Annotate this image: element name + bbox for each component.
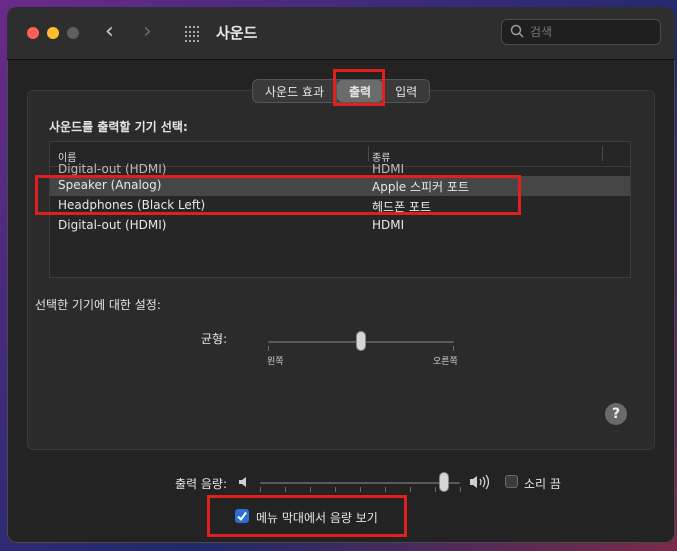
search-field[interactable] — [501, 19, 661, 45]
balance-label: 균형: — [201, 332, 228, 346]
title-bar: ‹ › 사운드 — [7, 7, 675, 60]
device-name: Digital-out (HDMI) — [58, 162, 167, 176]
volume-tick — [360, 487, 361, 492]
highlight-box-output-tab — [333, 69, 385, 106]
volume-knob[interactable] — [440, 473, 448, 491]
device-settings-heading: 선택한 기기에 대한 설정: — [35, 298, 161, 312]
device-type: HDMI — [372, 162, 405, 176]
output-device-heading: 사운드를 출력할 기기 선택: — [49, 120, 188, 134]
device-name: Digital-out (HDMI) — [58, 218, 167, 232]
highlight-box-selected-device — [35, 175, 521, 215]
mute-label: 소리 끔 — [524, 477, 561, 491]
balance-left-label: 왼쪽 — [267, 357, 284, 367]
balance-knob[interactable] — [357, 332, 365, 350]
help-button[interactable]: ? — [605, 403, 627, 425]
volume-tick — [335, 487, 336, 492]
volume-tick — [260, 487, 261, 492]
speaker-low-icon — [239, 477, 246, 487]
volume-tick — [310, 487, 311, 492]
back-chevron-icon[interactable]: ‹ — [105, 21, 114, 43]
mute-checkbox[interactable] — [505, 475, 518, 488]
minimize-button[interactable] — [47, 27, 59, 39]
highlight-box-menu-bar-option — [207, 495, 407, 537]
volume-tick — [385, 487, 386, 492]
volume-tick — [285, 487, 286, 492]
table-row[interactable]: Digital-out (HDMI) HDMI — [50, 216, 630, 236]
window-title: 사운드 — [216, 24, 258, 42]
forward-chevron-icon[interactable]: › — [143, 21, 152, 43]
volume-tick — [460, 487, 461, 492]
search-input[interactable] — [530, 25, 650, 39]
volume-tick — [435, 487, 436, 492]
balance-right-label: 오른쪽 — [433, 357, 458, 367]
output-volume-label: 출력 음량: — [175, 477, 228, 491]
search-icon — [510, 24, 524, 38]
tab-sound-effects[interactable]: 사운드 효과 — [253, 80, 336, 102]
tab-input[interactable]: 입력 — [383, 80, 429, 102]
grid-icon[interactable] — [185, 26, 201, 42]
speaker-high-icon — [470, 474, 490, 490]
device-type: HDMI — [372, 218, 405, 232]
volume-tick — [410, 487, 411, 492]
zoom-button[interactable] — [67, 27, 79, 39]
sound-preferences-window: ‹ › 사운드 사운드 효과 출력 입력 사운드를 출력할 기기 선택: 이름 … — [7, 7, 675, 543]
close-button[interactable] — [27, 27, 39, 39]
